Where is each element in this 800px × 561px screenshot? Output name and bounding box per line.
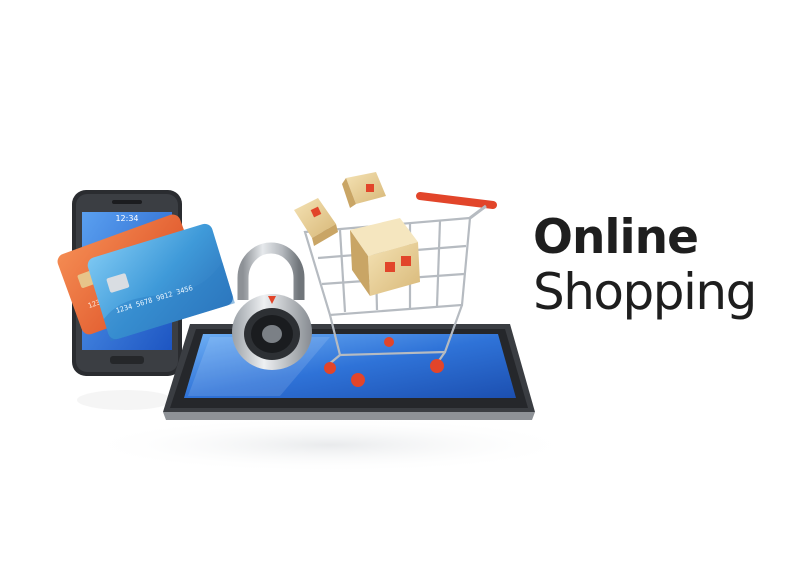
headline: Online Shopping (533, 210, 757, 321)
package-icon (294, 172, 420, 296)
headline-shopping: Shopping (533, 263, 757, 321)
phone-status-time: 12:34 (115, 214, 138, 223)
floor-shadow (80, 417, 580, 473)
headline-online: Online (533, 210, 699, 265)
padlock-icon (232, 242, 312, 370)
tablet-icon (163, 324, 535, 420)
